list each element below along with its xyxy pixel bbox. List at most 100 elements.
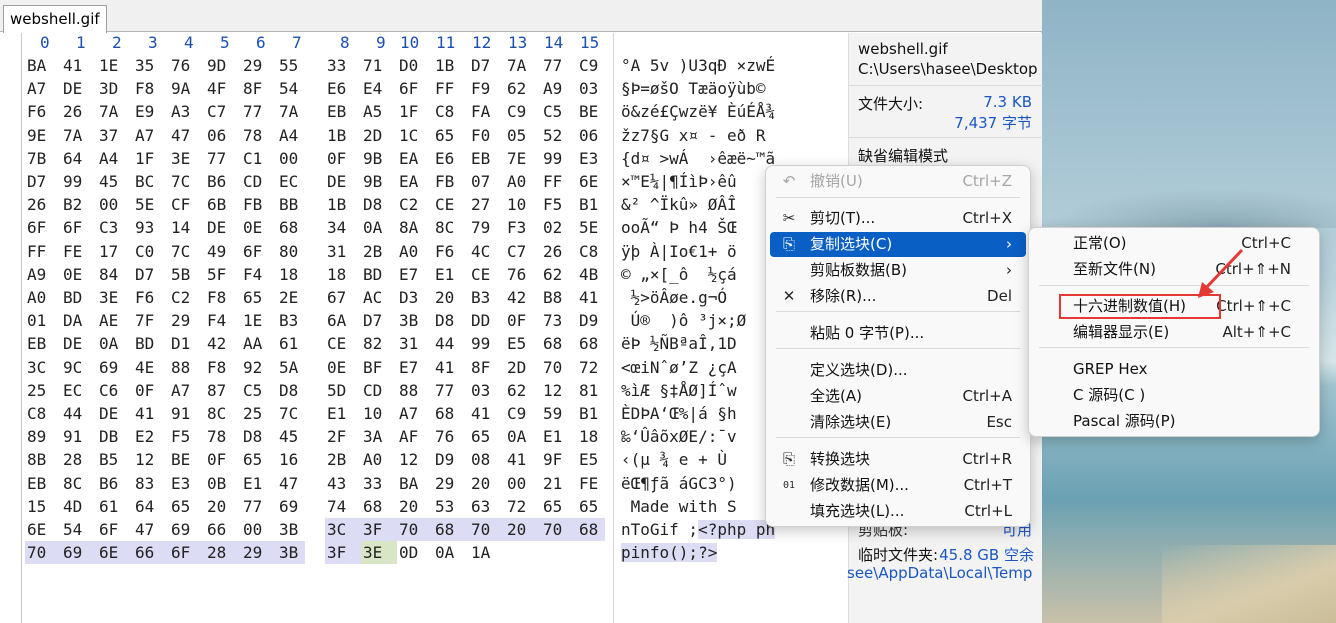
hex-byte-cell[interactable]: 62 [505, 379, 541, 402]
hex-byte-cell[interactable]: 91 [169, 402, 205, 425]
hex-byte-cell[interactable]: EA [397, 147, 433, 170]
hex-byte-cell[interactable]: F6 [433, 240, 469, 263]
hex-byte-cell[interactable]: BA [397, 472, 433, 495]
hex-byte-cell[interactable]: 41 [133, 402, 169, 425]
hex-byte-cell[interactable]: 4B [577, 263, 605, 286]
hex-byte-cell[interactable]: 83 [133, 472, 169, 495]
hex-byte-cell[interactable]: 25 [241, 402, 277, 425]
hex-byte-cell[interactable]: A0 [505, 170, 541, 193]
hex-byte-cell[interactable]: 69 [97, 356, 133, 379]
hex-byte-cell[interactable]: 1E [241, 309, 277, 332]
hex-byte-cell[interactable]: 1A [469, 541, 505, 564]
hex-byte-cell[interactable]: FE [577, 472, 605, 495]
hex-byte-cell[interactable]: BF [361, 356, 397, 379]
hex-byte-cell[interactable]: D8 [277, 379, 305, 402]
hex-byte-cell[interactable]: 68 [433, 402, 469, 425]
hex-byte-cell[interactable]: 00 [277, 147, 305, 170]
hex-byte-cell[interactable]: 5D [325, 379, 361, 402]
hex-byte-cell[interactable]: E7 [397, 263, 433, 286]
hex-byte-cell[interactable]: 1B [433, 54, 469, 77]
hex-byte-cell[interactable]: 65 [241, 286, 277, 309]
menu-item[interactable]: 全选(A) Ctrl+A [770, 384, 1026, 409]
hex-byte-cell[interactable]: 70 [541, 518, 577, 541]
hex-byte-cell[interactable]: 17 [97, 240, 133, 263]
hex-byte-cell[interactable]: 20 [433, 286, 469, 309]
menu-item[interactable]: ✕ 移除(R)... Del [770, 284, 1026, 309]
hex-byte-cell[interactable]: 3B [277, 541, 305, 564]
menu-item[interactable]: ⎘ 复制选块(C) › [770, 232, 1026, 257]
hex-byte-cell[interactable]: F0 [469, 124, 505, 147]
hex-byte-cell[interactable]: 76 [169, 54, 205, 77]
hex-byte-cell[interactable]: F5 [169, 425, 205, 448]
hex-byte-cell[interactable]: EB [325, 100, 361, 123]
hex-byte-cell[interactable]: 42 [205, 332, 241, 355]
hex-byte-cell[interactable]: 1B [325, 193, 361, 216]
hex-byte-cell[interactable]: 0A [97, 332, 133, 355]
ascii-row[interactable]: žz7§G x¤ - eð R [621, 124, 826, 147]
hex-byte-cell[interactable]: A7 [133, 124, 169, 147]
hex-byte-cell[interactable]: E1 [541, 425, 577, 448]
hex-byte-cell[interactable]: 6A [325, 309, 361, 332]
hex-byte-cell[interactable]: 3E [97, 286, 133, 309]
hex-byte-cell[interactable]: 35 [133, 54, 169, 77]
hex-byte-cell[interactable]: DE [325, 170, 361, 193]
hex-byte-cell[interactable]: 0D [397, 541, 433, 564]
hex-byte-cell[interactable]: 3F [361, 518, 397, 541]
hex-byte-cell[interactable]: 70 [25, 541, 61, 564]
hex-byte-cell[interactable]: D7 [469, 54, 505, 77]
hex-byte-cell[interactable]: 7B [25, 147, 61, 170]
hex-byte-cell[interactable]: FF [25, 240, 61, 263]
hex-byte-cell[interactable]: 3E [361, 541, 397, 564]
hex-byte-cell[interactable]: 77 [433, 379, 469, 402]
hex-byte-cell[interactable]: E7 [397, 356, 433, 379]
hex-byte-cell[interactable]: 47 [277, 472, 305, 495]
hex-byte-cell[interactable]: 82 [361, 332, 397, 355]
hex-byte-cell[interactable]: 77 [205, 147, 241, 170]
hex-byte-cell[interactable]: 88 [169, 356, 205, 379]
hex-byte-cell[interactable]: C0 [133, 240, 169, 263]
hex-byte-cell[interactable]: EB [25, 472, 61, 495]
hex-byte-cell[interactable]: F3 [505, 216, 541, 239]
hex-byte-cell[interactable]: D7 [361, 309, 397, 332]
hex-byte-cell[interactable]: 16 [277, 448, 305, 471]
hex-byte-cell[interactable]: 42 [505, 286, 541, 309]
hex-byte-cell[interactable]: 84 [97, 263, 133, 286]
hex-byte-cell[interactable]: E3 [577, 147, 605, 170]
hex-byte-cell[interactable]: BD [361, 263, 397, 286]
hex-byte-cell[interactable]: 0F [133, 379, 169, 402]
hex-byte-cell[interactable]: 65 [577, 495, 605, 518]
hex-byte-cell[interactable]: F4 [205, 309, 241, 332]
hex-byte-cell[interactable]: 68 [577, 518, 605, 541]
hex-byte-cell[interactable]: 12 [133, 448, 169, 471]
hex-byte-cell[interactable]: 31 [397, 332, 433, 355]
hex-byte-cell[interactable]: 9B [361, 170, 397, 193]
hex-byte-cell[interactable]: EB [469, 147, 505, 170]
hex-byte-cell[interactable]: 8F [241, 77, 277, 100]
hex-byte-cell[interactable]: BA [25, 54, 61, 77]
hex-byte-cell[interactable]: 89 [25, 425, 61, 448]
hex-byte-cell[interactable]: CE [469, 263, 505, 286]
hex-byte-cell[interactable]: 77 [241, 100, 277, 123]
hex-byte-cell[interactable]: 12 [541, 379, 577, 402]
hex-byte-cell[interactable]: C1 [241, 147, 277, 170]
hex-byte-cell[interactable]: D7 [133, 263, 169, 286]
hex-byte-cell[interactable]: 68 [361, 495, 397, 518]
hex-byte-cell[interactable]: F6 [133, 286, 169, 309]
hex-byte-cell[interactable]: A9 [541, 77, 577, 100]
hex-byte-cell[interactable]: FF [541, 170, 577, 193]
hex-byte-cell[interactable]: B6 [97, 472, 133, 495]
hex-byte-cell[interactable]: EA [397, 170, 433, 193]
hex-byte-cell[interactable]: A7 [169, 379, 205, 402]
hex-byte-cell[interactable]: 03 [577, 77, 605, 100]
hex-byte-cell[interactable]: 0F [505, 309, 541, 332]
hex-byte-cell[interactable]: 20 [505, 518, 541, 541]
hex-byte-cell[interactable]: 44 [61, 402, 97, 425]
hex-byte-cell[interactable]: 4D [61, 495, 97, 518]
hex-byte-cell[interactable]: 7A [277, 100, 305, 123]
hex-byte-cell[interactable]: 65 [433, 124, 469, 147]
hex-byte-cell[interactable]: EB [25, 332, 61, 355]
submenu-item[interactable]: 编辑器显示(E) Alt+⇑+C [1033, 320, 1315, 345]
hex-byte-cell[interactable]: F6 [25, 100, 61, 123]
hex-byte-cell[interactable]: 2D [361, 124, 397, 147]
hex-byte-cell[interactable]: 99 [469, 332, 505, 355]
